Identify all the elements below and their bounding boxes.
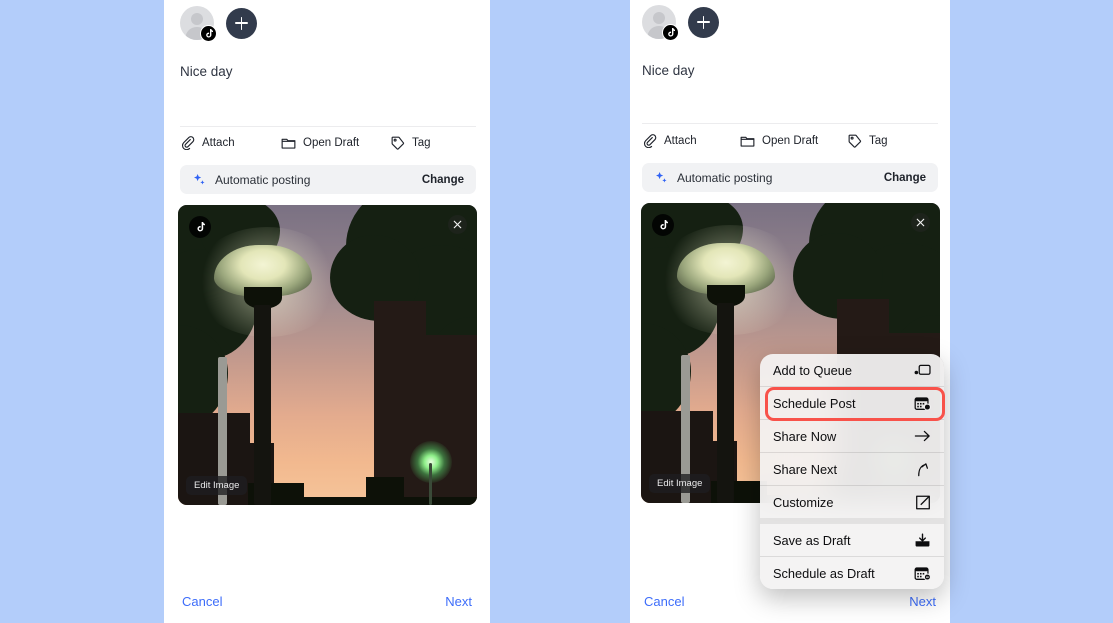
lamp-pole: [254, 305, 271, 505]
menu-item-schedule-as-draft[interactable]: Schedule as Draft: [760, 557, 944, 589]
action-row: Attach Open Draft Tag: [181, 136, 471, 150]
queue-icon: [914, 364, 931, 375]
change-button[interactable]: Change: [884, 172, 926, 184]
account-row: [642, 5, 719, 41]
divider: [180, 126, 476, 127]
caption-text[interactable]: Nice day: [642, 62, 932, 81]
menu-item-label: Schedule as Draft: [773, 565, 875, 581]
composer-panel-left: Nice day Attach Open Draft Tag Automatic…: [164, 0, 490, 623]
divider: [642, 123, 938, 124]
automatic-posting-left: Automatic posting: [192, 173, 310, 187]
cancel-button[interactable]: Cancel: [644, 594, 684, 609]
action-row: Attach Open Draft Tag: [643, 134, 933, 148]
tiktok-icon: [662, 24, 679, 41]
edit-image-button[interactable]: Edit Image: [186, 476, 248, 495]
menu-item-label: Save as Draft: [773, 532, 851, 548]
attach-label: Attach: [664, 135, 697, 147]
edit-image-button[interactable]: Edit Image: [649, 474, 711, 493]
plus-icon: [697, 15, 710, 29]
avatar-head: [191, 13, 203, 25]
menu-item-add-to-queue[interactable]: Add to Queue: [760, 354, 944, 386]
menu-item-label: Add to Queue: [773, 362, 852, 378]
next-button[interactable]: Next: [445, 594, 472, 609]
avatar[interactable]: [180, 6, 217, 42]
street-light-pole: [429, 463, 432, 505]
tag-button[interactable]: Tag: [391, 136, 431, 150]
remove-media-button[interactable]: [448, 215, 467, 234]
account-row: [180, 6, 257, 42]
add-account-button[interactable]: [688, 6, 719, 38]
attach-label: Attach: [202, 137, 235, 149]
sparkle-icon: [194, 173, 205, 184]
menu-item-label: Share Now: [773, 428, 837, 444]
tag-button[interactable]: Tag: [848, 134, 888, 148]
tag-label: Tag: [869, 135, 888, 147]
menu-item-share-now[interactable]: Share Now: [760, 420, 944, 452]
post-options-context-menu: Add to Queue Schedule Post Share Now Sha…: [760, 354, 944, 589]
menu-item-label: Share Next: [773, 461, 838, 477]
open-draft-button[interactable]: Open Draft: [740, 134, 848, 148]
automatic-posting-left: Automatic posting: [654, 171, 772, 185]
arrow-right-icon: [914, 430, 930, 442]
media-thumbnail[interactable]: Edit Image: [178, 205, 477, 505]
lamp-pole: [717, 303, 734, 503]
arrow-up-icon: [918, 462, 929, 476]
menu-item-save-as-draft[interactable]: Save as Draft: [760, 524, 944, 556]
menu-item-label: Customize: [773, 494, 834, 510]
avatar-head: [653, 12, 665, 24]
footer-left: Cancel Next: [164, 579, 490, 623]
calendar-clock-icon: [914, 396, 931, 411]
automatic-posting-label: Automatic posting: [677, 170, 773, 185]
remove-media-button[interactable]: [911, 213, 930, 232]
menu-item-customize[interactable]: Customize: [760, 486, 944, 518]
automatic-posting-bar[interactable]: Automatic posting Change: [642, 163, 938, 192]
cancel-button[interactable]: Cancel: [182, 594, 222, 609]
calendar-minus-icon: [914, 566, 931, 581]
menu-item-share-next[interactable]: Share Next: [760, 453, 944, 485]
open-draft-label: Open Draft: [762, 135, 819, 147]
plus-icon: [235, 16, 248, 30]
automatic-posting-label: Automatic posting: [215, 172, 311, 187]
avatar[interactable]: [642, 5, 679, 41]
attach-button[interactable]: Attach: [181, 136, 281, 150]
tiktok-icon[interactable]: [652, 214, 674, 236]
open-draft-button[interactable]: Open Draft: [281, 136, 391, 150]
open-draft-label: Open Draft: [303, 137, 360, 149]
change-button[interactable]: Change: [422, 174, 464, 186]
pencil-square-icon: [916, 495, 930, 509]
tiktok-icon[interactable]: [189, 216, 211, 238]
tray-download-icon: [915, 533, 930, 546]
tag-label: Tag: [412, 137, 431, 149]
next-button[interactable]: Next: [909, 594, 936, 609]
screenshot-stage: Nice day Attach Open Draft Tag Automatic…: [0, 0, 1113, 623]
add-account-button[interactable]: [226, 7, 257, 39]
ground-silhouette: [296, 497, 477, 505]
sparkle-icon: [656, 171, 667, 182]
automatic-posting-bar[interactable]: Automatic posting Change: [180, 165, 476, 194]
menu-item-label: Schedule Post: [773, 395, 856, 411]
attach-button[interactable]: Attach: [643, 134, 740, 148]
caption-text[interactable]: Nice day: [180, 63, 470, 82]
tiktok-icon: [200, 25, 217, 42]
menu-item-schedule-post[interactable]: Schedule Post: [760, 387, 944, 419]
